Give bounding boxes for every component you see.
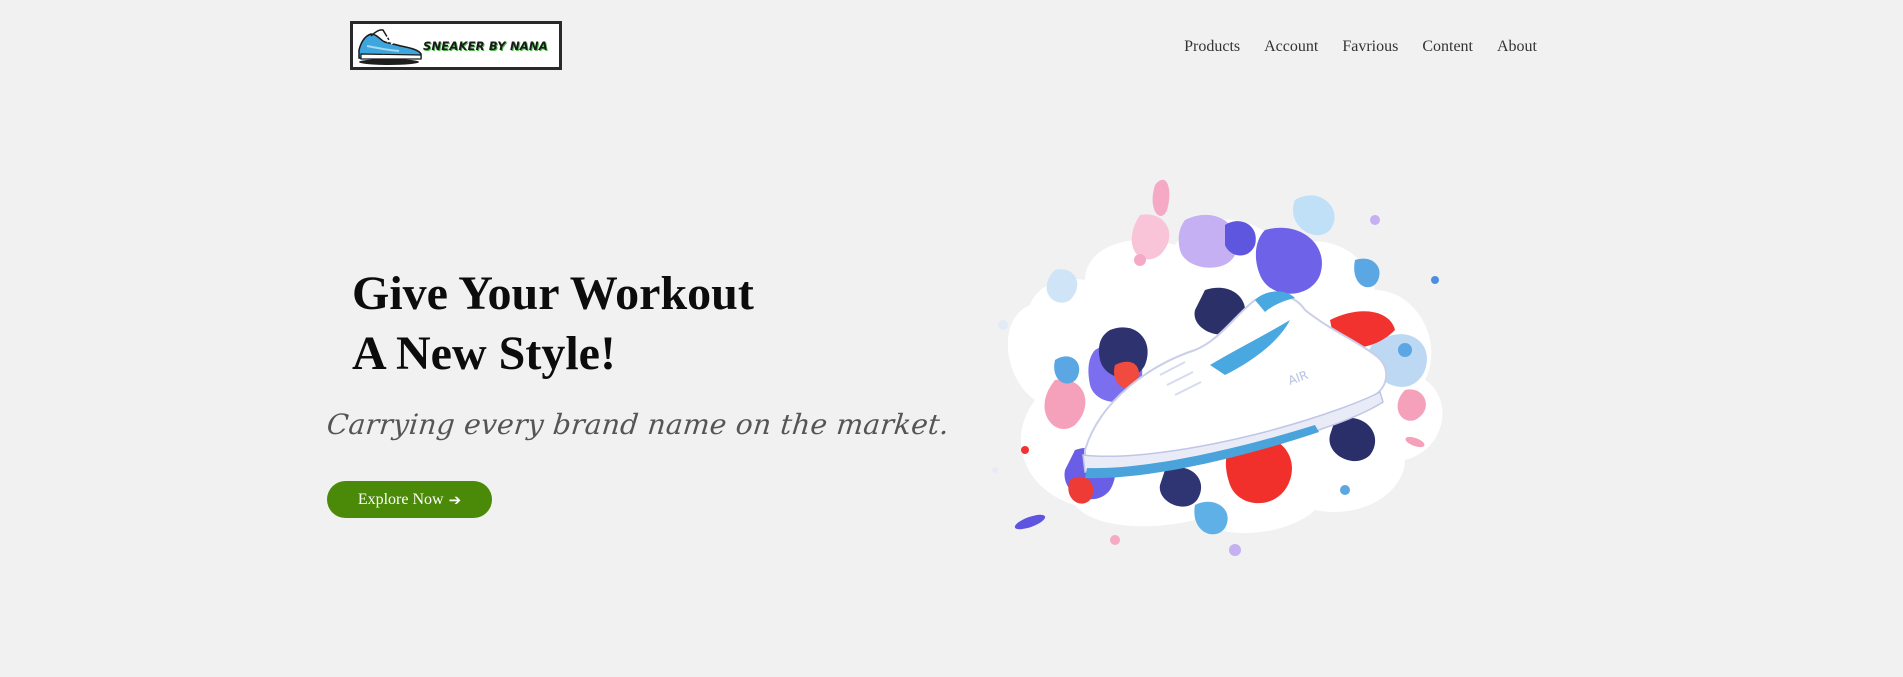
nav-products[interactable]: Products [1184,38,1240,56]
hero-title-line-1: Give Your Workout [352,267,754,320]
sneaker-paint-splash-illustration: AIR [992,179,1443,556]
explore-now-label: Explore Now [357,490,444,508]
logo-text: SNEAKER BY NANA [423,38,548,53]
hero-title-line-2: A New Style! [352,327,616,380]
nav-content[interactable]: Content [1422,38,1473,56]
explore-now-button[interactable]: Explore Now ➔ [327,481,492,518]
nav-account[interactable]: Account [1264,38,1318,56]
nav-about[interactable]: About [1497,38,1537,56]
hero-title: Give Your Workout A New Style! [352,264,872,384]
hero-tagline: Carrying every brand name on the market. [325,408,951,441]
sneaker-logo-icon [358,29,422,65]
main-nav: Products Account Favrious Content About [1160,38,1537,56]
nav-favrious[interactable]: Favrious [1342,38,1398,56]
brand-logo[interactable]: SNEAKER BY NANA [350,21,562,70]
arrow-right-icon: ➔ [448,490,462,509]
